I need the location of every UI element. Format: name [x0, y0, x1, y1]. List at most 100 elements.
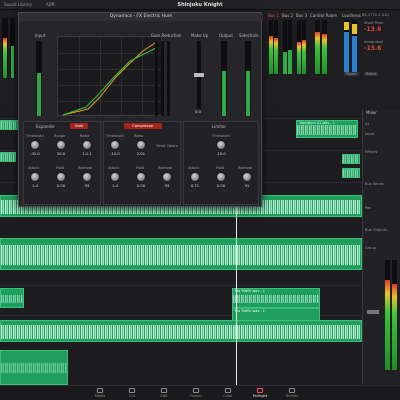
makeup-slider[interactable]	[194, 41, 204, 109]
sidechain-meter	[245, 41, 251, 116]
control-room-meter-r	[322, 20, 327, 74]
compressor-hold-label: Hold	[136, 166, 145, 170]
limiter-release-value: 91	[244, 184, 250, 188]
bus3-label: Bus 3	[296, 13, 308, 18]
bus1-meter-l	[269, 20, 273, 74]
input-meter	[36, 41, 42, 116]
expander-ratio-value: 1:1.1	[82, 152, 92, 156]
expander-threshold-label: Threshold	[26, 134, 44, 138]
bus3-meter-l	[297, 20, 301, 74]
loudness-meter-2	[352, 20, 357, 74]
short-term-label: Short Term	[364, 21, 384, 25]
makeup-label: Make Up	[191, 33, 209, 38]
nav-media[interactable]: Media	[84, 386, 116, 400]
bus2-meter-r	[288, 20, 292, 74]
expander-ratio-label: Ratio	[80, 134, 90, 138]
limiter-release-label: Release	[238, 166, 253, 170]
compressor-release-knob[interactable]	[162, 172, 172, 182]
compressor-ratio-knob[interactable]	[136, 140, 146, 150]
nav-fusion[interactable]: Fusion	[180, 386, 212, 400]
transfer-curve-graph[interactable]	[57, 36, 162, 116]
compressor-section: Compressor Threshold Ratio Send Colors -…	[103, 121, 181, 205]
limiter-hold-label: Hold	[216, 166, 225, 170]
input-label: Input	[35, 33, 46, 38]
mixer-row: Group	[365, 246, 376, 250]
gain-reduction-label: Gain Reduction	[151, 33, 182, 38]
mixer-fader[interactable]	[367, 310, 379, 314]
sidechain-label: Sidechain	[239, 33, 259, 38]
makeup-value: 0.0	[195, 110, 201, 114]
compressor-release-value: 93	[164, 184, 170, 188]
clip[interactable]	[0, 288, 24, 308]
mixer-row: Effects	[365, 150, 378, 154]
mixer-title: Mixer	[366, 110, 377, 115]
compressor-hold-value: 0.00	[136, 184, 145, 188]
bus3-meter-r	[302, 20, 306, 74]
expander-release-value: 93	[84, 184, 90, 188]
compressor-hold-knob[interactable]	[136, 172, 146, 182]
page-navigation: Media Cut Edit Fusion Color Fairlight De…	[0, 385, 400, 400]
mixer-row: Pan	[365, 206, 372, 210]
short-term-value: -13.6	[364, 26, 382, 33]
compressor-threshold-knob[interactable]	[110, 140, 120, 150]
limiter-attack-label: Attack	[188, 166, 200, 170]
clip[interactable]: Transform A1.wav - L	[296, 120, 358, 138]
expander-threshold-value: -31.0	[30, 152, 40, 156]
expander-range-label: Range	[54, 134, 66, 138]
limiter-attack-knob[interactable]	[190, 172, 200, 182]
expander-attack-value: 1.4	[32, 184, 38, 188]
audio-track-clip[interactable]	[0, 320, 362, 342]
compressor-attack-value: 1.4	[112, 184, 118, 188]
expander-attack-knob[interactable]	[30, 172, 40, 182]
compressor-ratio-value: 2.01	[136, 152, 145, 156]
expander-ratio-knob[interactable]	[82, 140, 92, 150]
clip[interactable]	[0, 152, 16, 162]
clip[interactable]	[0, 350, 68, 385]
limiter-attack-value: 0.71	[190, 184, 199, 188]
compressor-toggle[interactable]: Compressor	[124, 123, 162, 129]
limiter-hold-knob[interactable]	[216, 172, 226, 182]
nav-deliver[interactable]: Deliver	[276, 386, 308, 400]
limiter-release-knob[interactable]	[242, 172, 252, 182]
gate-toggle[interactable]: Gate	[70, 123, 88, 129]
expander-threshold-knob[interactable]	[30, 140, 40, 150]
gain-reduction-meter-2	[161, 41, 164, 116]
bus2-label: Bus 2	[282, 13, 294, 18]
nav-color[interactable]: Color	[212, 386, 244, 400]
audio-track-clip[interactable]	[0, 238, 362, 270]
pause-button[interactable]: Pause	[344, 72, 359, 76]
send-colors-label: Send Colors	[156, 144, 178, 148]
expander-release-knob[interactable]	[82, 172, 92, 182]
control-room-meter-l	[315, 20, 320, 74]
mixer-row: Bus Sends	[365, 182, 384, 186]
left-meter-2	[10, 18, 15, 78]
edit-icon	[161, 388, 167, 393]
limiter-hold-value: 0.00	[216, 184, 225, 188]
bus2-meter-l	[283, 20, 287, 74]
nav-cut[interactable]: Cut	[116, 386, 148, 400]
expander-range-knob[interactable]	[56, 140, 66, 150]
mixer-meter	[385, 260, 390, 370]
compressor-threshold-label: Threshold	[106, 134, 124, 138]
expander-section: Expander Gate Threshold Range Ratio -31.…	[23, 121, 101, 205]
compressor-threshold-value: -10.0	[110, 152, 120, 156]
loudness-meter-1	[344, 20, 349, 74]
limiter-threshold-knob[interactable]	[216, 140, 226, 150]
limiter-threshold-value: -10.0	[216, 152, 226, 156]
reset-button[interactable]: Reset	[364, 72, 379, 76]
top-bar: Sound Library ADR Shinjuku Knight	[0, 0, 400, 10]
limiter-section: Limiter Threshold -10.0 Attack Hold Rele…	[183, 121, 259, 205]
clip[interactable]	[342, 154, 360, 164]
bus1-meter-r	[274, 20, 278, 74]
output-label: Output	[219, 33, 233, 38]
nav-fairlight[interactable]: Fairlight	[244, 386, 276, 400]
clip[interactable]	[342, 168, 360, 178]
nav-edit[interactable]: Edit	[148, 386, 180, 400]
mixer-row: Bus Outputs	[365, 228, 388, 232]
clip[interactable]: Nw Traffic.wav - L	[232, 288, 320, 308]
expander-hold-knob[interactable]	[56, 172, 66, 182]
clip[interactable]	[0, 120, 18, 130]
compressor-attack-knob[interactable]	[110, 172, 120, 182]
expander-title: Expander	[36, 124, 56, 129]
integrated-label: Integrated	[364, 40, 383, 44]
